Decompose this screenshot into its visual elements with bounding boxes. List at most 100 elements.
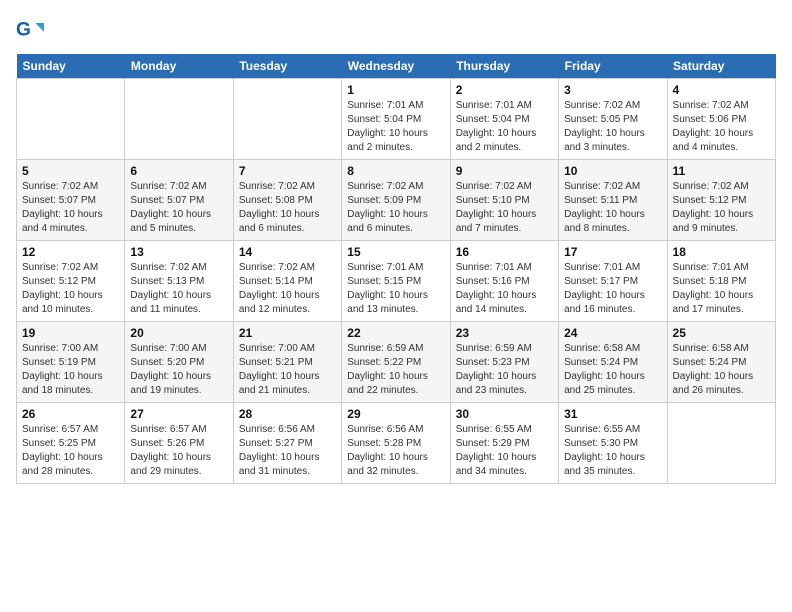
day-number: 25 xyxy=(673,326,770,340)
day-number: 19 xyxy=(22,326,119,340)
day-number: 20 xyxy=(130,326,227,340)
day-cell xyxy=(667,403,775,484)
day-info: Sunrise: 7:02 AM Sunset: 5:13 PM Dayligh… xyxy=(130,261,227,317)
day-cell: 18 Sunrise: 7:01 AM Sunset: 5:18 PM Dayli… xyxy=(667,241,775,322)
day-header-monday: Monday xyxy=(125,54,233,79)
day-number: 24 xyxy=(564,326,661,340)
day-number: 4 xyxy=(673,83,770,97)
day-number: 16 xyxy=(456,245,553,259)
day-number: 31 xyxy=(564,407,661,421)
day-cell: 29 Sunrise: 6:56 AM Sunset: 5:28 PM Dayli… xyxy=(342,403,450,484)
day-number: 21 xyxy=(239,326,336,340)
day-cell: 4 Sunrise: 7:02 AM Sunset: 5:06 PM Daylig… xyxy=(667,79,775,160)
day-number: 15 xyxy=(347,245,444,259)
day-number: 3 xyxy=(564,83,661,97)
day-info: Sunrise: 7:01 AM Sunset: 5:16 PM Dayligh… xyxy=(456,261,553,317)
week-row-4: 19Sunrise: 7:00 AM Sunset: 5:19 PM Dayli… xyxy=(17,322,776,403)
day-cell: 17 Sunrise: 7:01 AM Sunset: 5:17 PM Dayli… xyxy=(559,241,667,322)
day-cell: 15 Sunrise: 7:01 AM Sunset: 5:15 PM Dayli… xyxy=(342,241,450,322)
day-cell: 12Sunrise: 7:02 AM Sunset: 5:12 PM Dayli… xyxy=(17,241,125,322)
day-number: 1 xyxy=(347,83,444,97)
day-number: 6 xyxy=(130,164,227,178)
day-info: Sunrise: 7:01 AM Sunset: 5:15 PM Dayligh… xyxy=(347,261,444,317)
day-cell: 26 Sunrise: 6:57 AM Sunset: 5:25 PM Dayli… xyxy=(17,403,125,484)
logo-icon: G xyxy=(16,16,44,44)
day-header-saturday: Saturday xyxy=(667,54,775,79)
day-cell: 20 Sunrise: 7:00 AM Sunset: 5:20 PM Dayli… xyxy=(125,322,233,403)
day-info: Sunrise: 6:56 AM Sunset: 5:27 PM Dayligh… xyxy=(239,423,336,479)
day-info: Sunrise: 6:55 AM Sunset: 5:30 PM Dayligh… xyxy=(564,423,661,479)
day-info: Sunrise: 7:02 AM Sunset: 5:11 PM Dayligh… xyxy=(564,180,661,236)
day-info: Sunrise: 7:00 AM Sunset: 5:21 PM Dayligh… xyxy=(239,342,336,398)
day-info: Sunrise: 7:00 AM Sunset: 5:20 PM Dayligh… xyxy=(130,342,227,398)
day-info: Sunrise: 7:01 AM Sunset: 5:18 PM Dayligh… xyxy=(673,261,770,317)
day-number: 13 xyxy=(130,245,227,259)
day-cell: 31 Sunrise: 6:55 AM Sunset: 5:30 PM Dayli… xyxy=(559,403,667,484)
day-number: 14 xyxy=(239,245,336,259)
page-header: G xyxy=(16,16,776,44)
day-header-thursday: Thursday xyxy=(450,54,558,79)
day-header-tuesday: Tuesday xyxy=(233,54,341,79)
day-number: 23 xyxy=(456,326,553,340)
day-info: Sunrise: 7:01 AM Sunset: 5:04 PM Dayligh… xyxy=(456,99,553,155)
day-number: 28 xyxy=(239,407,336,421)
day-number: 30 xyxy=(456,407,553,421)
day-info: Sunrise: 6:58 AM Sunset: 5:24 PM Dayligh… xyxy=(564,342,661,398)
day-number: 7 xyxy=(239,164,336,178)
day-cell: 5 Sunrise: 7:02 AM Sunset: 5:07 PM Daylig… xyxy=(17,160,125,241)
day-header-sunday: Sunday xyxy=(17,54,125,79)
day-number: 27 xyxy=(130,407,227,421)
day-info: Sunrise: 7:02 AM Sunset: 5:10 PM Dayligh… xyxy=(456,180,553,236)
day-info: Sunrise: 6:56 AM Sunset: 5:28 PM Dayligh… xyxy=(347,423,444,479)
day-cell: 27Sunrise: 6:57 AM Sunset: 5:26 PM Dayli… xyxy=(125,403,233,484)
day-info: Sunrise: 7:01 AM Sunset: 5:04 PM Dayligh… xyxy=(347,99,444,155)
week-row-3: 12Sunrise: 7:02 AM Sunset: 5:12 PM Dayli… xyxy=(17,241,776,322)
day-info: Sunrise: 7:02 AM Sunset: 5:08 PM Dayligh… xyxy=(239,180,336,236)
day-number: 18 xyxy=(673,245,770,259)
day-cell: 25 Sunrise: 6:58 AM Sunset: 5:24 PM Dayli… xyxy=(667,322,775,403)
day-number: 10 xyxy=(564,164,661,178)
day-cell: 21 Sunrise: 7:00 AM Sunset: 5:21 PM Dayli… xyxy=(233,322,341,403)
week-row-5: 26 Sunrise: 6:57 AM Sunset: 5:25 PM Dayli… xyxy=(17,403,776,484)
day-cell: 22Sunrise: 6:59 AM Sunset: 5:22 PM Dayli… xyxy=(342,322,450,403)
day-cell: 2Sunrise: 7:01 AM Sunset: 5:04 PM Daylig… xyxy=(450,79,558,160)
day-cell: 30 Sunrise: 6:55 AM Sunset: 5:29 PM Dayli… xyxy=(450,403,558,484)
day-cell: 10 Sunrise: 7:02 AM Sunset: 5:11 PM Dayli… xyxy=(559,160,667,241)
day-cell: 13 Sunrise: 7:02 AM Sunset: 5:13 PM Dayli… xyxy=(125,241,233,322)
day-cell xyxy=(17,79,125,160)
week-row-1: 1 Sunrise: 7:01 AM Sunset: 5:04 PM Daylig… xyxy=(17,79,776,160)
day-cell: 23 Sunrise: 6:59 AM Sunset: 5:23 PM Dayli… xyxy=(450,322,558,403)
day-header-friday: Friday xyxy=(559,54,667,79)
day-cell: 24 Sunrise: 6:58 AM Sunset: 5:24 PM Dayli… xyxy=(559,322,667,403)
day-cell: 6Sunrise: 7:02 AM Sunset: 5:07 PM Daylig… xyxy=(125,160,233,241)
day-cell xyxy=(233,79,341,160)
day-number: 29 xyxy=(347,407,444,421)
day-cell: 9 Sunrise: 7:02 AM Sunset: 5:10 PM Daylig… xyxy=(450,160,558,241)
day-info: Sunrise: 7:02 AM Sunset: 5:07 PM Dayligh… xyxy=(22,180,119,236)
day-info: Sunrise: 6:57 AM Sunset: 5:25 PM Dayligh… xyxy=(22,423,119,479)
week-row-2: 5 Sunrise: 7:02 AM Sunset: 5:07 PM Daylig… xyxy=(17,160,776,241)
day-cell: 14 Sunrise: 7:02 AM Sunset: 5:14 PM Dayli… xyxy=(233,241,341,322)
day-cell: 11Sunrise: 7:02 AM Sunset: 5:12 PM Dayli… xyxy=(667,160,775,241)
day-info: Sunrise: 7:01 AM Sunset: 5:17 PM Dayligh… xyxy=(564,261,661,317)
day-cell: 8Sunrise: 7:02 AM Sunset: 5:09 PM Daylig… xyxy=(342,160,450,241)
svg-text:G: G xyxy=(16,19,31,40)
day-cell: 28 Sunrise: 6:56 AM Sunset: 5:27 PM Dayli… xyxy=(233,403,341,484)
day-number: 5 xyxy=(22,164,119,178)
logo: G xyxy=(16,16,48,44)
day-cell: 3Sunrise: 7:02 AM Sunset: 5:05 PM Daylig… xyxy=(559,79,667,160)
day-number: 17 xyxy=(564,245,661,259)
day-info: Sunrise: 6:55 AM Sunset: 5:29 PM Dayligh… xyxy=(456,423,553,479)
day-info: Sunrise: 7:02 AM Sunset: 5:14 PM Dayligh… xyxy=(239,261,336,317)
day-number: 26 xyxy=(22,407,119,421)
day-number: 12 xyxy=(22,245,119,259)
day-header-wednesday: Wednesday xyxy=(342,54,450,79)
day-number: 11 xyxy=(673,164,770,178)
header-row: SundayMondayTuesdayWednesdayThursdayFrid… xyxy=(17,54,776,79)
day-number: 9 xyxy=(456,164,553,178)
calendar-table: SundayMondayTuesdayWednesdayThursdayFrid… xyxy=(16,54,776,484)
day-info: Sunrise: 7:02 AM Sunset: 5:06 PM Dayligh… xyxy=(673,99,770,155)
day-cell: 1 Sunrise: 7:01 AM Sunset: 5:04 PM Daylig… xyxy=(342,79,450,160)
day-info: Sunrise: 6:59 AM Sunset: 5:23 PM Dayligh… xyxy=(456,342,553,398)
day-info: Sunrise: 6:58 AM Sunset: 5:24 PM Dayligh… xyxy=(673,342,770,398)
